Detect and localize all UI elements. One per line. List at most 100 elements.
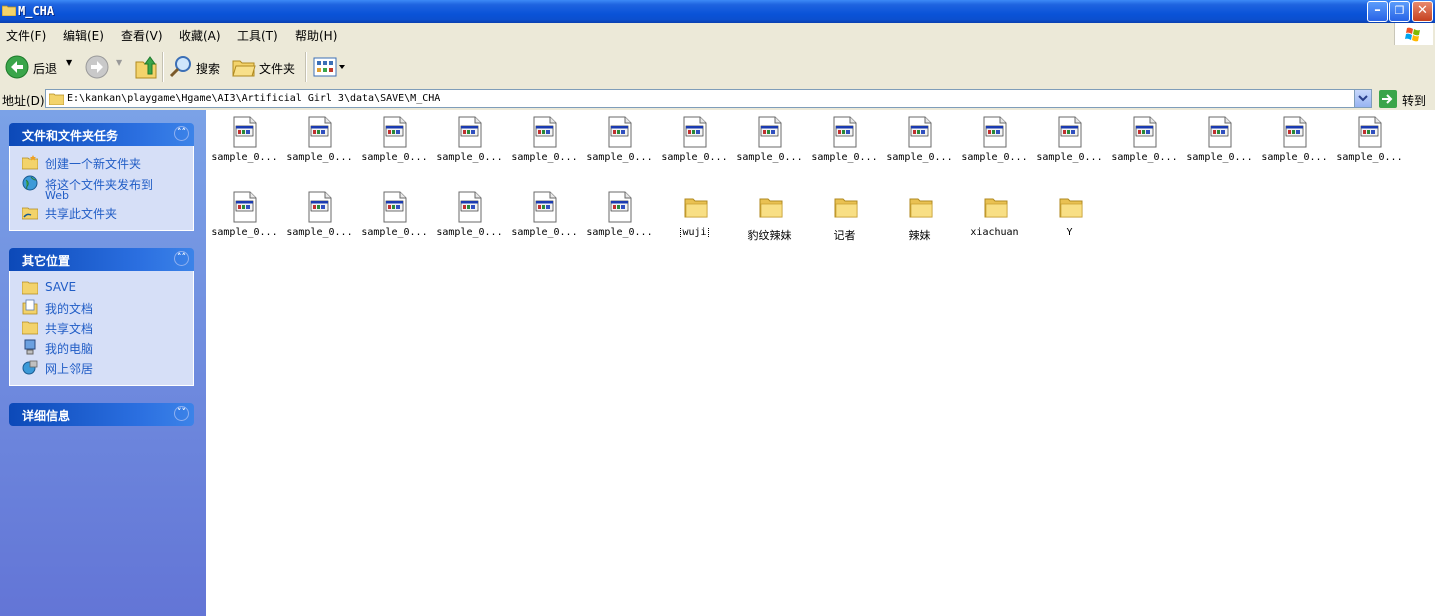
file-icon[interactable]	[1133, 116, 1157, 148]
title-bar[interactable]: M_CHA – ❐ ✕	[0, 0, 1435, 23]
file-item[interactable]: sample_0...	[807, 110, 882, 180]
back-dropdown-icon[interactable]: ▼	[66, 58, 72, 67]
file-icon[interactable]	[458, 116, 482, 148]
file-name-label[interactable]: sample_0...	[432, 152, 507, 163]
file-icon[interactable]	[608, 191, 632, 223]
file-icon[interactable]	[833, 116, 857, 148]
details-header[interactable]: 详细信息 ˅˅	[9, 403, 194, 426]
folder-icon[interactable]	[758, 191, 783, 223]
collapse-icon[interactable]: ˄˄	[174, 126, 189, 141]
folder-item[interactable]: Y	[1032, 185, 1107, 255]
file-icon[interactable]	[383, 116, 407, 148]
menu-help[interactable]: 帮助(H)	[295, 27, 337, 44]
file-item[interactable]: sample_0...	[207, 185, 282, 255]
file-name-label[interactable]: sample_0...	[207, 152, 282, 163]
file-icon[interactable]	[383, 191, 407, 223]
folder-icon[interactable]	[1058, 191, 1083, 223]
file-icon[interactable]	[533, 191, 557, 223]
file-item[interactable]: sample_0...	[1182, 110, 1257, 180]
search-label[interactable]: 搜索	[196, 60, 220, 77]
file-icon[interactable]	[458, 191, 482, 223]
file-icon[interactable]	[233, 191, 257, 223]
file-icon[interactable]	[308, 116, 332, 148]
file-item[interactable]: sample_0...	[207, 110, 282, 180]
back-label[interactable]: 后退	[33, 60, 57, 77]
file-name-label[interactable]: sample_0...	[957, 152, 1032, 163]
menu-view[interactable]: 查看(V)	[121, 27, 163, 44]
file-name-label[interactable]: sample_0...	[1107, 152, 1182, 163]
file-item[interactable]: sample_0...	[432, 110, 507, 180]
folder-item[interactable]: xiachuan	[957, 185, 1032, 255]
file-item[interactable]: sample_0...	[582, 110, 657, 180]
file-name-label[interactable]: 辣妹	[882, 227, 957, 243]
menu-file[interactable]: 文件(F)	[6, 27, 46, 44]
file-name-label[interactable]: sample_0...	[732, 152, 807, 163]
file-name-label[interactable]: sample_0...	[282, 152, 357, 163]
file-icon[interactable]	[308, 191, 332, 223]
file-icon[interactable]	[1058, 116, 1082, 148]
file-name-label[interactable]: sample_0...	[507, 227, 582, 238]
file-icon[interactable]	[1358, 116, 1382, 148]
address-path[interactable]: E:\kankan\playgame\Hgame\AI3\Artificial …	[67, 93, 440, 104]
folder-item[interactable]: wuji	[657, 185, 732, 255]
go-label[interactable]: 转到	[1402, 92, 1426, 109]
file-item[interactable]: sample_0...	[1332, 110, 1407, 180]
file-name-label[interactable]: sample_0...	[1257, 152, 1332, 163]
file-item[interactable]: sample_0...	[732, 110, 807, 180]
forward-button[interactable]	[85, 55, 109, 79]
menu-favorites[interactable]: 收藏(A)	[179, 27, 221, 44]
folders-button[interactable]	[232, 56, 256, 78]
file-icon[interactable]	[233, 116, 257, 148]
file-item[interactable]: sample_0...	[657, 110, 732, 180]
file-list-view[interactable]: sample_0... sample_0... sample_0... sample_…	[206, 110, 1435, 616]
file-item[interactable]: sample_0...	[1107, 110, 1182, 180]
folder-item[interactable]: 记者	[807, 185, 882, 255]
menu-edit[interactable]: 编辑(E)	[63, 27, 104, 44]
address-dropdown-button[interactable]	[1354, 90, 1371, 107]
file-icon[interactable]	[1283, 116, 1307, 148]
file-name-label[interactable]: 豹纹辣妹	[732, 227, 807, 243]
back-button[interactable]	[5, 55, 29, 79]
file-icon[interactable]	[533, 116, 557, 148]
file-name-label[interactable]: sample_0...	[582, 227, 657, 238]
folders-label[interactable]: 文件夹	[259, 60, 295, 77]
file-item[interactable]: sample_0...	[507, 185, 582, 255]
forward-dropdown-icon[interactable]: ▼	[116, 58, 122, 67]
folder-item[interactable]: 豹纹辣妹	[732, 185, 807, 255]
menu-tools[interactable]: 工具(T)	[237, 27, 278, 44]
file-name-label[interactable]: sample_0...	[657, 152, 732, 163]
file-item[interactable]: sample_0...	[357, 110, 432, 180]
file-name-label[interactable]: sample_0...	[282, 227, 357, 238]
file-name-label[interactable]: sample_0...	[357, 152, 432, 163]
file-icon[interactable]	[683, 116, 707, 148]
restore-button[interactable]: ❐	[1389, 1, 1410, 22]
minimize-button[interactable]: –	[1367, 1, 1388, 22]
file-name-label[interactable]: Y	[1032, 227, 1107, 238]
folder-item[interactable]: 辣妹	[882, 185, 957, 255]
file-item[interactable]: sample_0...	[582, 185, 657, 255]
file-name-label[interactable]: sample_0...	[507, 152, 582, 163]
file-name-label[interactable]: sample_0...	[807, 152, 882, 163]
file-name-label[interactable]: sample_0...	[357, 227, 432, 238]
views-button[interactable]	[313, 56, 347, 78]
go-button[interactable]	[1379, 90, 1397, 108]
file-name-label[interactable]: sample_0...	[207, 227, 282, 238]
file-item[interactable]: sample_0...	[1032, 110, 1107, 180]
folder-icon[interactable]	[683, 191, 708, 223]
file-name-label[interactable]: wuji	[657, 227, 732, 238]
file-icon[interactable]	[758, 116, 782, 148]
file-name-label[interactable]: sample_0...	[1332, 152, 1407, 163]
folder-icon[interactable]	[983, 191, 1008, 223]
folder-icon[interactable]	[833, 191, 858, 223]
file-name-label[interactable]: sample_0...	[1032, 152, 1107, 163]
expand-icon[interactable]: ˅˅	[174, 406, 189, 421]
file-item[interactable]: sample_0...	[357, 185, 432, 255]
file-name-label[interactable]: sample_0...	[1182, 152, 1257, 163]
folder-icon[interactable]	[908, 191, 933, 223]
other-places-header[interactable]: 其它位置 ˄˄	[9, 248, 194, 271]
file-item[interactable]: sample_0...	[507, 110, 582, 180]
file-item[interactable]: sample_0...	[432, 185, 507, 255]
close-button[interactable]: ✕	[1412, 1, 1433, 22]
file-folder-tasks-header[interactable]: 文件和文件夹任务 ˄˄	[9, 123, 194, 146]
file-item[interactable]: sample_0...	[1257, 110, 1332, 180]
